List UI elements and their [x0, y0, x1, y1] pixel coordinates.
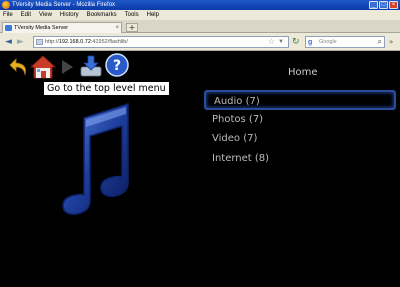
menu-history[interactable]: History	[60, 10, 79, 20]
firefox-icon	[2, 1, 10, 9]
svg-text:?: ?	[113, 58, 121, 74]
menu-item-photos[interactable]: Photos (7)	[204, 110, 396, 130]
menu-file[interactable]: File	[3, 10, 13, 20]
url-dropdown-icon[interactable]: ▼	[278, 37, 284, 47]
search-placeholder: Google	[319, 39, 337, 45]
url-path: :41952/flashlib/	[90, 39, 128, 45]
back-arrow-icon[interactable]	[8, 56, 30, 78]
tab-tversity[interactable]: TVersity Media Server ×	[2, 22, 122, 33]
back-button[interactable]: ◄	[5, 37, 12, 47]
tab-strip: TVersity Media Server × +	[0, 20, 400, 33]
tversity-favicon-icon	[5, 25, 12, 31]
menu-help[interactable]: Help	[147, 10, 159, 20]
play-icon[interactable]	[61, 59, 74, 75]
menu-item-audio[interactable]: Audio (7)	[204, 90, 396, 110]
menu-bar: File Edit View History Bookmarks Tools H…	[0, 10, 400, 20]
music-note-icon	[62, 102, 129, 215]
tab-close-icon[interactable]: ×	[115, 23, 119, 33]
help-icon[interactable]: ?	[105, 53, 129, 77]
close-window-button[interactable]: ×	[389, 1, 398, 9]
maximize-button[interactable]: □	[379, 1, 388, 9]
navigation-toolbar: ◄ ► http://192.168.0.72:41952/flashlib/ …	[0, 33, 400, 51]
search-icon[interactable]: ⌕	[378, 37, 382, 47]
reload-button[interactable]: ↻	[292, 38, 302, 47]
menu-title-home: Home	[288, 67, 318, 78]
menu-view[interactable]: View	[39, 10, 52, 20]
menu-item-internet[interactable]: Internet (8)	[204, 149, 396, 169]
url-host: 192.168.0.72	[58, 39, 91, 45]
menu-item-video[interactable]: Video (7)	[204, 129, 396, 149]
home-icon[interactable]	[30, 54, 56, 80]
media-category-list: Audio (7) Photos (7) Video (7) Internet …	[204, 90, 396, 168]
toolbar-overflow-icon[interactable]: »	[389, 38, 393, 46]
window-title: TVersity Media Server - Mozilla Firefox	[12, 2, 116, 8]
menu-bookmarks[interactable]: Bookmarks	[87, 10, 117, 20]
search-bar[interactable]: g Google ⌕	[305, 36, 385, 48]
menu-edit[interactable]: Edit	[21, 10, 31, 20]
minimize-button[interactable]: _	[369, 1, 378, 9]
bookmark-star-icon[interactable]: ☆	[268, 37, 275, 47]
new-tab-button[interactable]: +	[126, 23, 138, 32]
download-icon[interactable]	[79, 54, 103, 78]
menu-tools[interactable]: Tools	[125, 10, 139, 20]
media-server-content: ? Go to the top level menu Home Audio (7…	[0, 52, 400, 287]
url-prefix: http://	[45, 39, 59, 45]
window-controls: _ □ ×	[369, 1, 398, 9]
window-title-bar: TVersity Media Server - Mozilla Firefox …	[0, 0, 400, 10]
tab-label: TVersity Media Server	[14, 25, 69, 31]
google-search-engine-icon[interactable]: g	[308, 38, 317, 47]
tooltip-home: Go to the top level menu	[43, 81, 170, 96]
site-identity-icon[interactable]	[36, 39, 43, 45]
url-bar[interactable]: http://192.168.0.72:41952/flashlib/ ☆ ▼	[33, 36, 289, 48]
forward-button[interactable]: ►	[17, 37, 24, 47]
